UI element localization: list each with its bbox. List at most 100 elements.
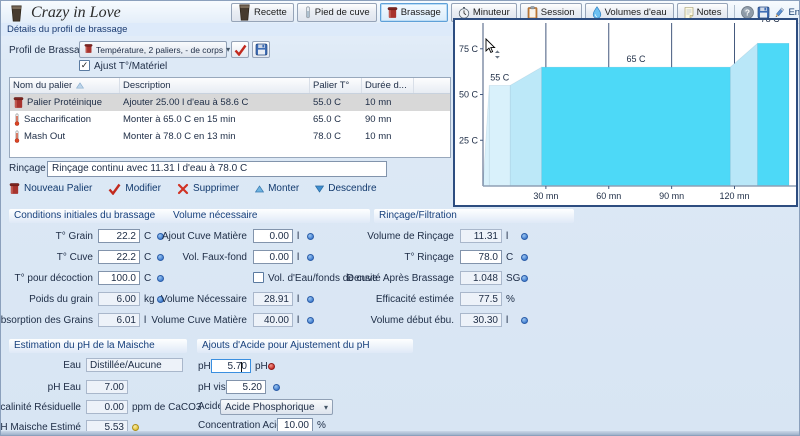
edit-step-button[interactable]: Modifier xyxy=(108,183,161,195)
red-check-icon xyxy=(108,183,121,195)
field-unit: % xyxy=(317,420,326,431)
column-header-3[interactable]: Palier T° xyxy=(310,78,362,93)
section-header-rincage_filtration: Rinçage/Filtration xyxy=(374,209,574,223)
deadspace-water-checkbox[interactable] xyxy=(253,272,264,283)
tab-label: Notes xyxy=(697,7,722,18)
temperature-area-segment xyxy=(730,43,757,186)
tab-label: Pied de cuve xyxy=(315,7,370,18)
step-name-cell: Saccharification xyxy=(10,113,120,126)
save-as-button[interactable]: Enregistrer sous xyxy=(773,7,800,19)
field-unit: l xyxy=(297,294,299,305)
temperature-area-segment xyxy=(510,67,541,186)
table-row[interactable]: Palier Protéinique Ajouter 25.00 l d'eau … xyxy=(10,94,450,111)
profile-combobox[interactable]: Température, 2 paliers, - de corps ▾ xyxy=(79,41,227,58)
field-input-ajout-cuve-mati-re[interactable]: 0.00 xyxy=(253,229,293,243)
move-up-button[interactable]: Monter xyxy=(255,183,299,194)
mouse-cursor xyxy=(486,39,500,59)
status-dot-blue xyxy=(307,233,314,240)
status-dot-blue xyxy=(521,233,528,240)
action-label: Enregistrer sous xyxy=(788,7,800,18)
chevron-down-icon[interactable]: ▾ xyxy=(226,45,230,54)
field-unit: C xyxy=(144,231,151,242)
step-actions-bar: Nouveau Palier Modifier Supprimer Monter Des… xyxy=(9,182,377,195)
column-header-1[interactable]: Nom du palier xyxy=(10,78,120,93)
field-input-eau: Distillée/Aucune xyxy=(86,358,183,372)
temperature-area-segment xyxy=(542,67,731,186)
status-dot-blue xyxy=(307,296,314,303)
step-action-label: Descendre xyxy=(328,183,376,194)
field-label: Densité Après Brassage xyxy=(347,273,454,284)
field-input-t-rin-age[interactable]: 78.0 xyxy=(460,250,502,264)
column-header-4[interactable]: Durée d... xyxy=(362,78,414,93)
column-header-label: Description xyxy=(123,80,171,91)
step-temp-cell: 55.0 C xyxy=(310,97,362,108)
tab-brassage[interactable]: Brassage xyxy=(380,3,448,22)
column-header-label: Palier T° xyxy=(313,80,349,91)
tab-recette[interactable]: Recette xyxy=(231,3,294,22)
apply-profile-button[interactable] xyxy=(231,41,249,58)
field-label: Alcalinité Résiduelle xyxy=(0,402,81,413)
status-dot-red xyxy=(268,363,275,370)
step-name: Palier Protéinique xyxy=(27,97,102,108)
table-row[interactable]: Mash OutMonter à 78.0 C en 13 min78.0 C1… xyxy=(10,128,450,145)
adjust-checkbox[interactable]: ✓ xyxy=(79,60,90,71)
column-header-label: Durée d... xyxy=(365,80,407,91)
field-unit: % xyxy=(506,294,515,305)
mash-tun-icon xyxy=(9,182,20,195)
tri-up-icon xyxy=(255,185,264,193)
tri-down-icon xyxy=(315,185,324,193)
step-temp-cell: 78.0 C xyxy=(310,131,362,142)
steps-table-header: Nom du palier Description Palier T° Durée d… xyxy=(10,78,450,94)
tab-pied-de-cuve[interactable]: Pied de cuve xyxy=(297,3,377,22)
column-header-label: Nom du palier xyxy=(13,80,72,91)
field-input-vol-faux-fond[interactable]: 0.00 xyxy=(253,250,293,264)
field-input-t-pour-d-coction[interactable]: 100.0 xyxy=(98,271,140,285)
tab-label: Brassage xyxy=(401,7,441,18)
section-header-conditions: Conditions initiales du brassage xyxy=(9,209,179,223)
field-label: T° pour décoction xyxy=(15,273,94,284)
red-x-icon xyxy=(177,183,189,195)
note-icon xyxy=(684,7,694,19)
x-tick-label: 90 mn xyxy=(659,191,684,201)
field-unit: l xyxy=(297,231,299,242)
sort-up-icon xyxy=(76,82,84,89)
table-row[interactable]: Saccharification Monter à 65.0 C en 15 mi… xyxy=(10,111,450,128)
step-action-label: Modifier xyxy=(125,183,161,194)
field-label: Ajout Cuve Matière xyxy=(162,231,247,242)
tab-label: Session xyxy=(541,7,575,18)
acid-select[interactable]: Acide Phosphorique▾ xyxy=(220,399,333,415)
rincage-input[interactable]: Rinçage continu avec 11.31 l d'eau à 78.… xyxy=(47,161,387,177)
move-down-button[interactable]: Descendre xyxy=(315,183,376,194)
plateau-label: 55 C xyxy=(490,72,510,82)
field-label: Volume début ébu. xyxy=(371,315,454,326)
field-input-concentration-acide[interactable]: 10.00 xyxy=(277,418,313,432)
step-description: Ajouter 25.00 l d'eau à 58.6 C xyxy=(123,97,248,108)
field-input-t-grain[interactable]: 22.2 xyxy=(98,229,140,243)
tab-label: Minuteur xyxy=(473,7,510,18)
field-unit: l xyxy=(506,231,508,242)
step-name: Saccharification xyxy=(24,114,91,125)
tab-label: Volumes d'eau xyxy=(605,7,667,18)
field-label: Volume Nécessaire xyxy=(161,294,247,305)
field-input-ph-eau: 7.00 xyxy=(86,380,128,394)
field-label: Efficacité estimée xyxy=(376,294,454,305)
new-step-button[interactable]: Nouveau Palier xyxy=(9,182,92,195)
field-input-t-cuve[interactable]: 22.2 xyxy=(98,250,140,264)
step-name-cell: Palier Protéinique xyxy=(10,96,120,109)
column-header-2[interactable]: Description xyxy=(120,78,310,93)
temperature-area-segment xyxy=(758,43,789,186)
step-action-label: Monter xyxy=(268,183,299,194)
delete-step-button[interactable]: Supprimer xyxy=(177,183,239,195)
field-input-ph[interactable]: 5.70 xyxy=(211,359,251,373)
step-description-cell: Ajouter 25.00 l d'eau à 58.6 C xyxy=(120,97,310,108)
step-temp: 55.0 C xyxy=(313,97,341,108)
step-description: Monter à 65.0 C en 15 min xyxy=(123,114,235,125)
field-input-ph-vis-[interactable]: 5.20 xyxy=(226,380,266,394)
step-duration-cell: 10 mn xyxy=(362,97,414,108)
brew-app-window: Crazy in Love RecettePied de cuveBrassag… xyxy=(0,0,800,436)
field-input-volume-de-rin-age: 11.31 xyxy=(460,229,502,243)
field-label: Vol. Faux-fond xyxy=(183,252,247,263)
save-profile-button[interactable] xyxy=(252,41,270,58)
step-action-label: Nouveau Palier xyxy=(24,183,92,194)
adjust-checkbox-label: Ajust T°/Matériel xyxy=(94,61,167,72)
